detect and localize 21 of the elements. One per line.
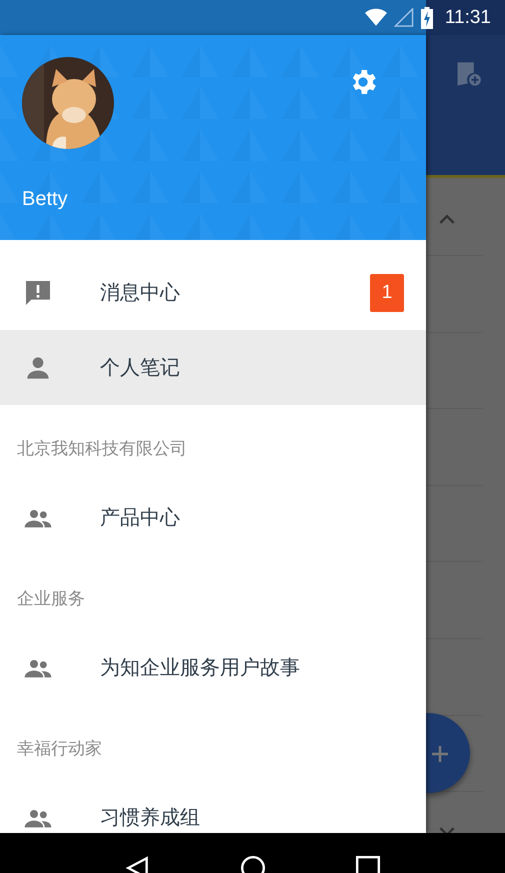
plus-icon (430, 744, 450, 764)
section-header: 幸福行动家 (16, 738, 103, 761)
drawer-item[interactable]: 为知企业服务用户故事 (0, 630, 426, 705)
wifi-icon (364, 8, 387, 27)
battery-charging-icon (420, 6, 433, 28)
count-badge: 1 (370, 274, 404, 312)
item-label: 个人笔记 (100, 354, 180, 381)
drawer-item[interactable]: 消息中心 1 (0, 255, 426, 330)
item-label: 习惯养成组 (100, 804, 200, 831)
signal-icon (392, 8, 415, 27)
item-label: 为知企业服务用户故事 (100, 654, 300, 681)
chevron-up-icon[interactable] (439, 214, 455, 224)
section-header: 企业服务 (16, 588, 86, 611)
drawer-item[interactable]: 产品中心 (0, 480, 426, 555)
drawer-item[interactable]: 个人笔记 (0, 330, 426, 405)
item-label: 消息中心 (100, 279, 180, 306)
user-name: Betty (22, 188, 68, 211)
item-label: 产品中心 (100, 504, 180, 531)
section-header: 北京我知科技有限公司 (16, 438, 188, 461)
clock-time: 11:31 (444, 6, 491, 28)
drawer-item[interactable]: 习惯养成组 (0, 780, 426, 833)
